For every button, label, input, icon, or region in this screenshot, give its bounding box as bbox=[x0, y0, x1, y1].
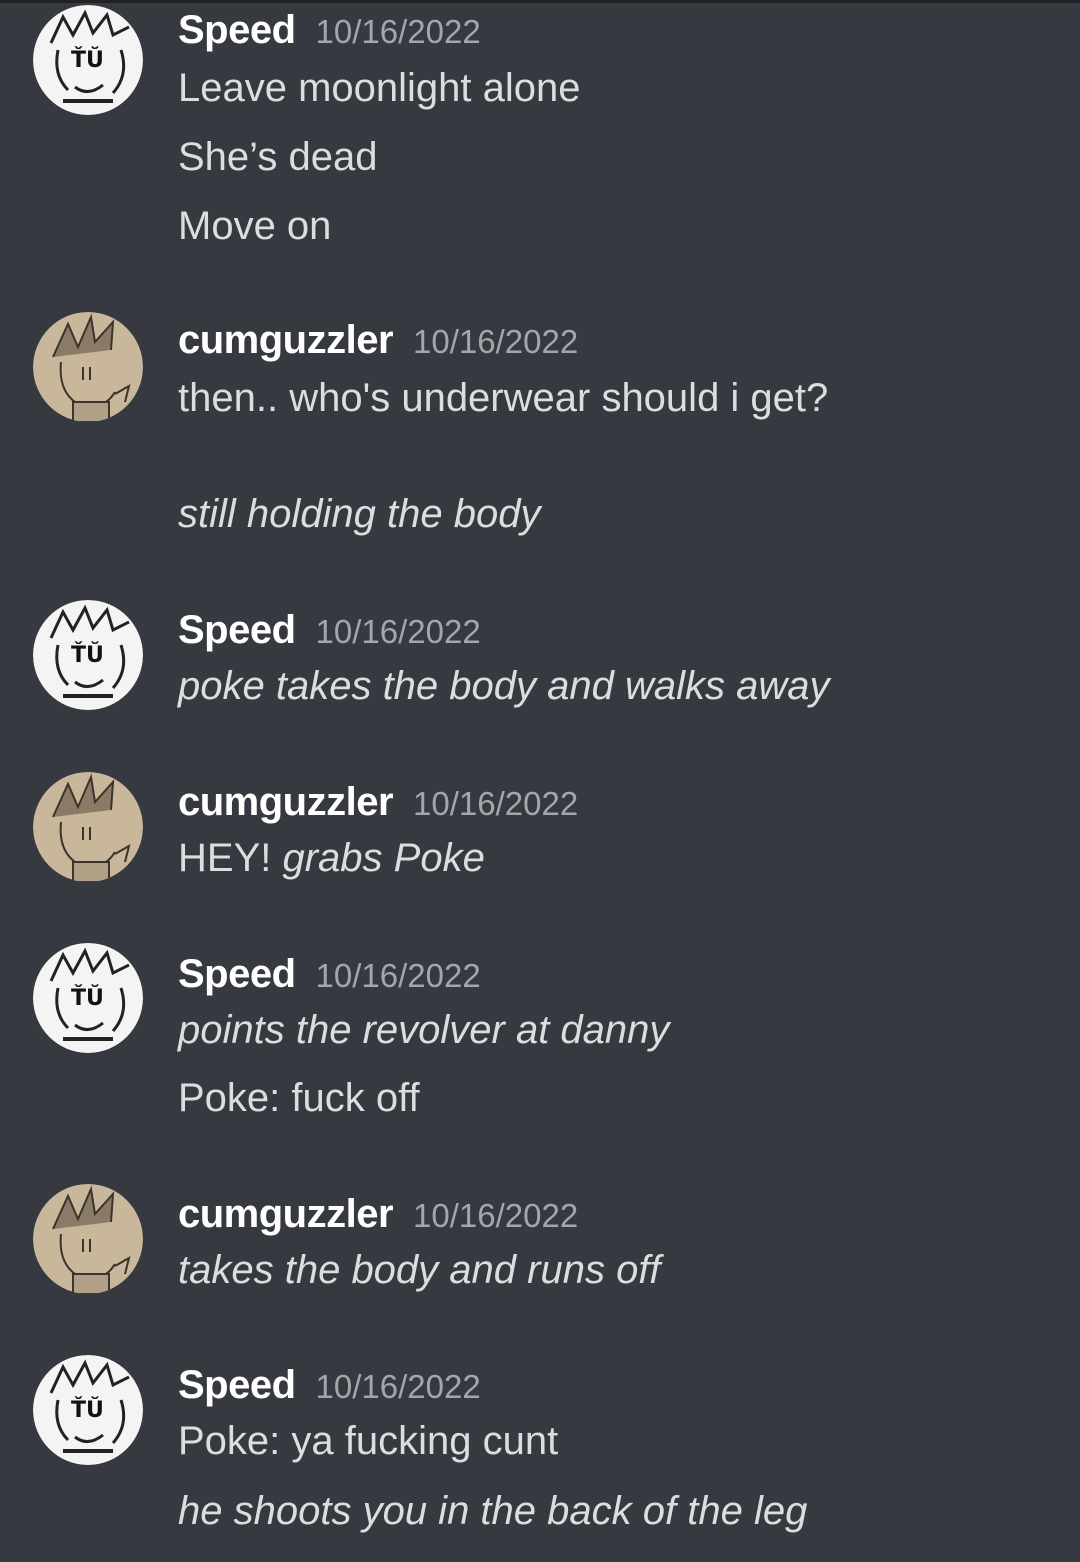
username[interactable]: cumguzzler bbox=[178, 318, 394, 362]
svg-text:ŤŬ: ŤŬ bbox=[71, 985, 104, 1011]
timestamp: 10/16/2022 bbox=[413, 323, 579, 360]
timestamp: 10/16/2022 bbox=[413, 785, 579, 822]
cumguzzler-avatar[interactable] bbox=[33, 1184, 143, 1294]
svg-text:ŤŬ: ŤŬ bbox=[71, 642, 104, 668]
username[interactable]: Speed bbox=[178, 8, 296, 52]
timestamp: 10/16/2022 bbox=[315, 613, 481, 650]
top-divider bbox=[0, 0, 1080, 3]
username[interactable]: cumguzzler bbox=[178, 780, 394, 824]
message-text-italic: he shoots you in the back of the leg bbox=[178, 1489, 808, 1533]
speed-avatar[interactable]: ŤŬ bbox=[33, 943, 143, 1053]
message-header: cumguzzler 10/16/2022 bbox=[178, 318, 1060, 362]
message-header: cumguzzler 10/16/2022 bbox=[178, 780, 1060, 824]
username[interactable]: cumguzzler bbox=[178, 1192, 394, 1236]
speed-avatar[interactable]: ŤŬ bbox=[33, 5, 143, 115]
message-header: cumguzzler 10/16/2022 bbox=[178, 1192, 1060, 1236]
timestamp: 10/16/2022 bbox=[315, 13, 481, 50]
message-text: HEY! grabs Poke bbox=[178, 836, 485, 881]
timestamp: 10/16/2022 bbox=[315, 957, 481, 994]
message-header: Speed 10/16/2022 bbox=[178, 608, 1060, 652]
speed-avatar[interactable]: ŤŬ bbox=[33, 600, 143, 710]
message-text-italic: takes the body and runs off bbox=[178, 1248, 661, 1292]
message-text-italic: points the revolver at danny bbox=[178, 1008, 670, 1052]
message-text-italic: grabs Poke bbox=[282, 836, 485, 880]
username[interactable]: Speed bbox=[178, 1363, 296, 1407]
message-text: Poke: fuck off bbox=[178, 1076, 420, 1120]
username[interactable]: Speed bbox=[178, 608, 296, 652]
message-text: Leave moonlight alone bbox=[178, 66, 581, 110]
timestamp: 10/16/2022 bbox=[413, 1197, 579, 1234]
svg-text:ŤŬ: ŤŬ bbox=[71, 47, 104, 73]
message-text: then.. who's underwear should i get? bbox=[178, 376, 829, 420]
message-header: Speed 10/16/2022 bbox=[178, 952, 1060, 996]
message-text-plain: HEY! bbox=[178, 836, 283, 880]
message-header: Speed 10/16/2022 bbox=[178, 1363, 1060, 1407]
message-text-italic: still holding the body bbox=[178, 492, 541, 536]
timestamp: 10/16/2022 bbox=[315, 1368, 481, 1405]
cumguzzler-avatar[interactable] bbox=[33, 772, 143, 882]
message-text: Poke: ya fucking cunt bbox=[178, 1419, 559, 1463]
message-text: Move on bbox=[178, 204, 332, 248]
speed-avatar[interactable]: ŤŬ bbox=[33, 1355, 143, 1465]
username[interactable]: Speed bbox=[178, 952, 296, 996]
message-text-italic: poke takes the body and walks away bbox=[178, 664, 830, 708]
message-header: Speed 10/16/2022 bbox=[178, 8, 1060, 52]
cumguzzler-avatar[interactable] bbox=[33, 312, 143, 422]
message-text: She’s dead bbox=[178, 135, 378, 179]
svg-text:ŤŬ: ŤŬ bbox=[71, 1397, 104, 1423]
